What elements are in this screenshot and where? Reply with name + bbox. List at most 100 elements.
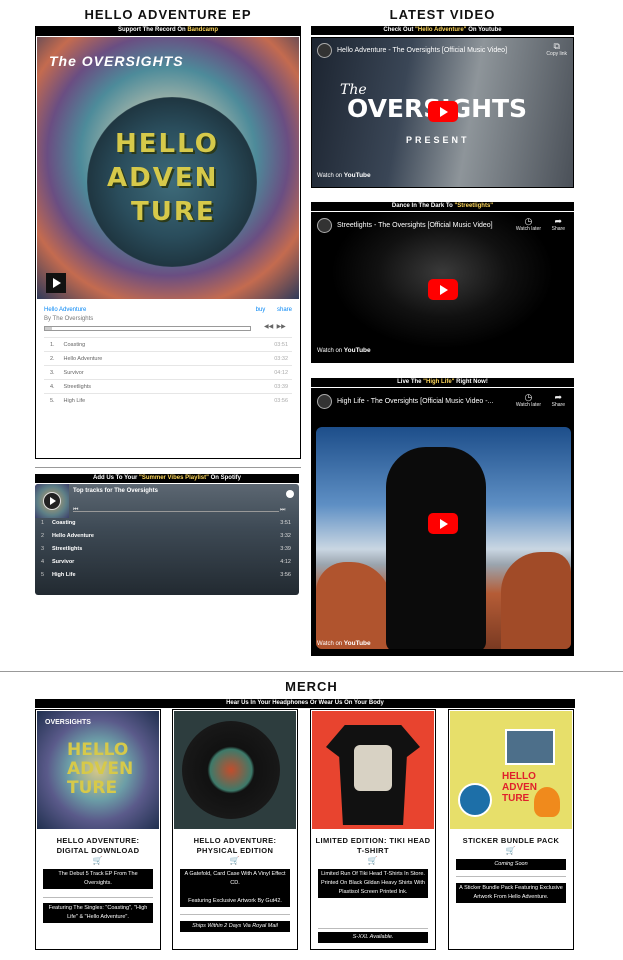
track-row[interactable]: 2 Hello Adventure 3:32 bbox=[41, 530, 293, 543]
clock-icon: ◷ bbox=[524, 392, 533, 402]
cart-icon[interactable]: 🛒 bbox=[40, 856, 156, 866]
youtube-embed-high-life[interactable]: High Life - The Oversights [Official Mus… bbox=[311, 388, 574, 656]
track-row[interactable]: 5. High Life 03:56 bbox=[44, 393, 292, 407]
spotify-logo-icon[interactable] bbox=[286, 490, 294, 498]
product-image[interactable] bbox=[312, 711, 434, 829]
product-name[interactable]: HELLO ADVENTURE: PHYSICAL EDITION 🛒 bbox=[177, 836, 293, 866]
product-description: A Gatefold, Card Case With A Vinyl Effec… bbox=[180, 869, 290, 907]
ep-section-title: HELLO ADVENTURE EP bbox=[84, 7, 252, 22]
merch-card-physical-edition[interactable]: HELLO ADVENTURE: PHYSICAL EDITION 🛒 A Gat… bbox=[172, 709, 298, 950]
product-image[interactable] bbox=[174, 711, 296, 829]
spotify-play-button[interactable] bbox=[43, 492, 61, 510]
share-button[interactable]: ➦ Share bbox=[552, 392, 565, 408]
album-art-lettering: ADVEN bbox=[107, 163, 219, 193]
channel-avatar[interactable] bbox=[317, 43, 332, 58]
separator bbox=[43, 897, 153, 898]
bandcamp-links: buy share bbox=[246, 307, 292, 313]
share-icon: ➦ bbox=[554, 216, 563, 226]
product-name[interactable]: HELLO ADVENTURE: DIGITAL DOWNLOAD 🛒 bbox=[40, 836, 156, 866]
buy-link[interactable]: buy bbox=[256, 307, 266, 313]
watch-on-youtube[interactable]: Watch on YouTube bbox=[317, 640, 371, 647]
track-row[interactable]: 3. Survivor 04:12 bbox=[44, 365, 292, 379]
product-description: Limited Run Of Tiki Head T-Shirts In Sto… bbox=[318, 869, 428, 898]
watch-later-button[interactable]: ◷ Watch later bbox=[516, 392, 541, 408]
channel-avatar[interactable] bbox=[317, 394, 332, 409]
share-button[interactable]: ➦ Share bbox=[552, 216, 565, 232]
play-button[interactable] bbox=[46, 273, 66, 293]
separator bbox=[456, 876, 566, 877]
album-art: HELLO ADVEN TURE The OVERSIGHTS bbox=[37, 37, 299, 299]
track-row[interactable]: 4. Streetlights 03:39 bbox=[44, 379, 292, 393]
shipping-note: Ships Within 2 Days Via Royal Mail bbox=[180, 921, 290, 932]
share-icon: ➦ bbox=[554, 392, 563, 402]
cart-icon[interactable]: 🛒 bbox=[453, 846, 569, 856]
size-note: S-XXL Available. bbox=[318, 932, 428, 943]
cart-icon[interactable]: 🛒 bbox=[315, 856, 431, 866]
spotify-player[interactable]: Top tracks for The Oversights ⏮ ⏭ 1 Coast… bbox=[35, 484, 299, 595]
watch-on-youtube[interactable]: Watch on YouTube bbox=[317, 347, 371, 354]
album-artist: By The Oversights bbox=[44, 316, 94, 322]
next-icon[interactable]: ⏭ bbox=[280, 507, 285, 514]
bandcamp-player[interactable]: HELLO ADVEN TURE The OVERSIGHTS Hello Ad… bbox=[35, 35, 301, 459]
bandcamp-banner: Support The Record On Bandcamp bbox=[35, 26, 301, 35]
video-thumbnail bbox=[316, 427, 571, 649]
video-banner: Dance In The Dark To "Streetlights" bbox=[311, 202, 574, 211]
sticker bbox=[534, 787, 560, 817]
merch-card-sticker-bundle[interactable]: HELLO ADVEN TURE STICKER BUNDLE PACK 🛒 Comi… bbox=[448, 709, 574, 950]
divider bbox=[0, 671, 623, 672]
spotify-progress-bar[interactable] bbox=[73, 511, 279, 512]
vinyl-disc bbox=[182, 721, 280, 819]
progress-bar[interactable] bbox=[44, 326, 251, 331]
video-title[interactable]: Streetlights - The Oversights [Official … bbox=[337, 222, 493, 229]
youtube-embed-hello-adventure[interactable]: Hello Adventure - The Oversights [Offici… bbox=[311, 37, 574, 188]
youtube-play-button[interactable] bbox=[428, 513, 458, 534]
watch-on-youtube[interactable]: Watch on YouTube bbox=[317, 172, 371, 179]
youtube-play-button[interactable] bbox=[428, 279, 458, 300]
channel-avatar[interactable] bbox=[317, 218, 332, 233]
divider bbox=[35, 467, 301, 468]
video-title[interactable]: High Life - The Oversights [Official Mus… bbox=[337, 398, 493, 405]
youtube-play-button[interactable] bbox=[428, 101, 458, 122]
share-link[interactable]: share bbox=[277, 307, 292, 313]
track-row[interactable]: 2. Hello Adventure 03:32 bbox=[44, 351, 292, 365]
track-row[interactable]: 5 High Life 3:56 bbox=[41, 569, 293, 582]
track-row[interactable]: 1. Coasting 03:51 bbox=[44, 337, 292, 351]
video-title[interactable]: Hello Adventure - The Oversights [Offici… bbox=[337, 47, 507, 54]
merch-section-title: MERCH bbox=[285, 679, 338, 694]
product-image-lettering: HELLO ADVEN TURE bbox=[67, 740, 134, 798]
product-image[interactable]: HELLO ADVEN TURE bbox=[450, 711, 572, 829]
track-row[interactable]: 1 Coasting 3:51 bbox=[41, 517, 293, 530]
spotify-tracklist: 1 Coasting 3:51 2 Hello Adventure 3:32 3 Stre… bbox=[41, 517, 293, 582]
video-header: Streetlights - The Oversights [Official … bbox=[312, 213, 573, 235]
video-header: Hello Adventure - The Oversights [Offici… bbox=[312, 38, 573, 60]
youtube-embed-streetlights[interactable]: Streetlights - The Oversights [Official … bbox=[311, 212, 574, 363]
merch-card-digital-download[interactable]: OVERSIGHTS HELLO ADVEN TURE HELLO ADVENTUR… bbox=[35, 709, 161, 950]
skip-icons[interactable]: ◀◀ ▶▶ bbox=[264, 323, 286, 330]
thumbnail-rock bbox=[316, 562, 391, 649]
sticker bbox=[458, 783, 492, 817]
album-art-lettering: TURE bbox=[131, 197, 216, 227]
track-row[interactable]: 3 Streetlights 3:39 bbox=[41, 543, 293, 556]
copy-link-button[interactable]: ⧉ Copy link bbox=[546, 41, 567, 57]
product-name[interactable]: STICKER BUNDLE PACK 🛒 bbox=[453, 836, 569, 856]
product-description: Featuring The Singles: "Coasting", "High… bbox=[43, 903, 153, 923]
product-name[interactable]: LIMITED EDITION: TIKI HEAD T-SHIRT 🛒 bbox=[315, 836, 431, 866]
page: HELLO ADVENTURE EP Support The Record On… bbox=[0, 0, 623, 960]
separator bbox=[318, 928, 428, 929]
album-art-lettering: HELLO bbox=[115, 129, 219, 159]
separator bbox=[180, 914, 290, 915]
sticker-lettering: HELLO ADVEN TURE bbox=[502, 771, 538, 804]
bandcamp-tracklist: 1. Coasting 03:51 2. Hello Adventure 03:32… bbox=[44, 337, 292, 407]
video-header: High Life - The Oversights [Official Mus… bbox=[312, 389, 573, 411]
bandcamp-banner-link[interactable]: Bandcamp bbox=[187, 27, 218, 33]
thumbnail-figure bbox=[386, 447, 486, 649]
product-image-lettering: OVERSIGHTS bbox=[45, 719, 91, 726]
cart-icon[interactable]: 🛒 bbox=[177, 856, 293, 866]
merch-card-tiki-t-shirt[interactable]: LIMITED EDITION: TIKI HEAD T-SHIRT 🛒 Limi… bbox=[310, 709, 436, 950]
album-brand: The OVERSIGHTS bbox=[49, 53, 184, 69]
watch-later-button[interactable]: ◷ Watch later bbox=[516, 216, 541, 232]
product-image[interactable]: OVERSIGHTS HELLO ADVEN TURE bbox=[37, 711, 159, 829]
spotify-cover bbox=[35, 484, 69, 518]
track-row[interactable]: 4 Survivor 4:12 bbox=[41, 556, 293, 569]
progress-handle[interactable] bbox=[45, 327, 52, 330]
